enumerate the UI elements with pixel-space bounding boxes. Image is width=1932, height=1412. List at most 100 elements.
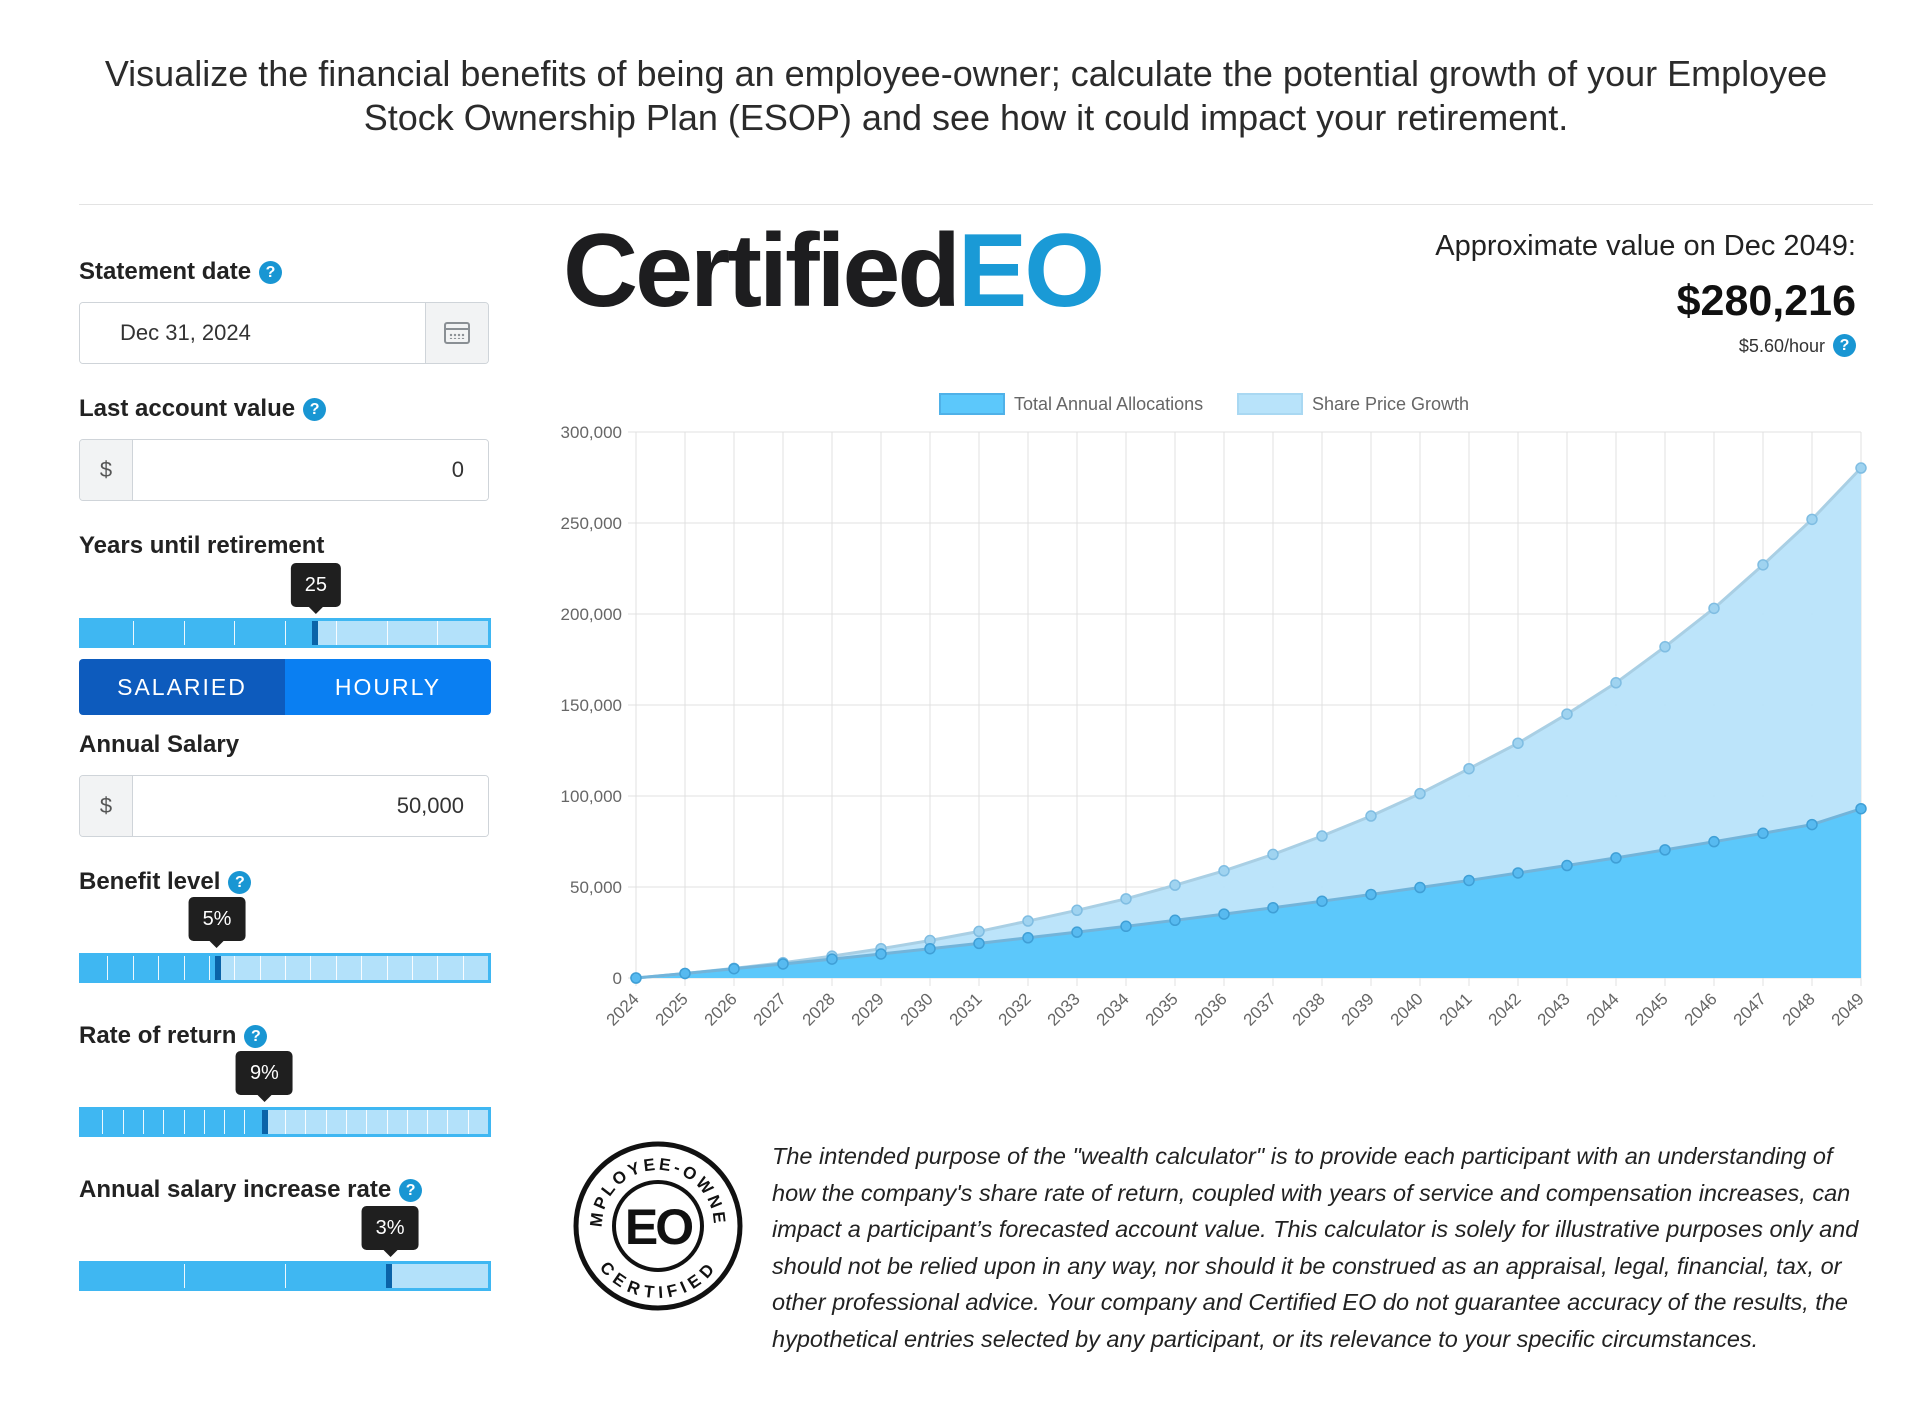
slider-tick <box>107 956 109 980</box>
slider-tick <box>208 956 210 980</box>
share-price-growth-point <box>973 925 985 938</box>
x-tick-label: 2032 <box>995 989 1035 1029</box>
total-annual-allocations-point <box>1267 901 1279 914</box>
total-annual-allocations-point <box>1071 926 1083 938</box>
slider-handle[interactable] <box>385 1264 392 1288</box>
total-annual-allocations-point <box>1365 888 1377 901</box>
total-annual-allocations-point <box>1610 852 1622 864</box>
slider-tick <box>437 621 439 645</box>
slider-tick <box>234 956 236 980</box>
slider-tick <box>437 956 439 980</box>
slider-tick <box>386 1110 388 1134</box>
help-icon[interactable]: ? <box>259 261 283 284</box>
divider <box>79 204 1873 205</box>
slider-tick <box>183 1110 185 1134</box>
total-annual-allocations-point <box>1708 835 1720 848</box>
slider-tick <box>335 621 337 645</box>
slider-fill <box>82 1264 389 1288</box>
y-tick-label: 150,000 <box>561 696 622 715</box>
hourly-button[interactable]: HOURLY <box>285 659 491 715</box>
total-annual-allocations-point <box>1463 874 1475 887</box>
x-tick-label: 2049 <box>1828 989 1868 1029</box>
salary-increase-slider-tooltip: 3% <box>361 1206 419 1257</box>
total-annual-allocations-point <box>826 953 838 965</box>
slider-handle[interactable] <box>215 956 221 980</box>
disclaimer-text: The intended purpose of the "wealth calc… <box>772 1143 1859 1352</box>
slider-handle[interactable] <box>312 621 319 645</box>
employee-owned-certified-seal: EMPLOYEE-OWNED CERTIFIED EO <box>572 1140 743 1311</box>
currency-prefix: $ <box>80 776 133 836</box>
slider-fill <box>82 956 218 980</box>
slider-tick <box>325 1110 327 1134</box>
years-until-retirement-slider[interactable] <box>79 618 491 648</box>
calendar-button[interactable] <box>425 303 488 363</box>
salary-increase-label: Annual salary increase rate? <box>79 1176 423 1204</box>
x-tick-label: 2029 <box>848 989 888 1029</box>
total-annual-allocations-point <box>1218 908 1230 920</box>
help-icon[interactable]: ? <box>399 1179 423 1202</box>
slider-tick <box>406 1110 408 1134</box>
total-annual-allocations-point <box>1512 867 1524 879</box>
last-account-value-field[interactable]: $ <box>79 439 489 501</box>
y-tick-label: 100,000 <box>561 787 622 806</box>
benefit-slider-tooltip: 5% <box>188 897 246 948</box>
return-slider-tooltip: 9% <box>235 1051 293 1102</box>
approximate-value-summary: Approximate value on Dec 2049: $280,216 … <box>1435 230 1856 357</box>
slider-tick <box>183 1264 185 1288</box>
slider-tick <box>467 1110 469 1134</box>
help-icon[interactable]: ? <box>244 1025 268 1048</box>
x-tick-label: 2026 <box>701 989 741 1029</box>
x-tick-label: 2039 <box>1338 989 1378 1029</box>
total-annual-allocations-point <box>1169 914 1181 927</box>
annual-salary-field[interactable]: $ <box>79 775 489 837</box>
share-price-growth-point <box>1071 904 1083 917</box>
total-annual-allocations-point <box>1561 859 1573 872</box>
legend-label: Total Annual Allocations <box>1014 394 1203 414</box>
share-price-growth-point <box>1218 865 1230 877</box>
slider-tick <box>386 956 388 980</box>
salaried-button[interactable]: SALARIED <box>79 659 285 715</box>
share-price-growth-point <box>1022 915 1034 927</box>
total-annual-allocations-point <box>1757 827 1769 840</box>
total-annual-allocations-point <box>1855 802 1867 815</box>
share-price-growth-point <box>1855 462 1867 474</box>
x-tick-label: 2030 <box>897 989 937 1029</box>
years-slider-tooltip: 25 <box>290 563 342 614</box>
slider-tick <box>203 1110 205 1134</box>
share-price-growth-point <box>1757 559 1769 571</box>
total-annual-allocations-point <box>679 967 691 980</box>
y-tick-label: 200,000 <box>561 605 622 624</box>
slider-tick <box>285 1264 286 1288</box>
slider-tick <box>132 956 134 980</box>
annual-salary-input[interactable] <box>133 776 488 836</box>
rate-of-return-slider[interactable] <box>79 1107 491 1137</box>
statement-date-field[interactable] <box>79 302 489 364</box>
help-icon[interactable]: ? <box>1833 334 1856 357</box>
last-account-value-input[interactable] <box>133 440 488 500</box>
slider-tick <box>285 621 286 645</box>
share-price-growth-point <box>1463 762 1475 775</box>
x-tick-label: 2042 <box>1485 989 1525 1029</box>
x-tick-label: 2033 <box>1044 989 1084 1029</box>
slider-tick <box>244 1110 246 1134</box>
total-annual-allocations-point <box>777 958 789 970</box>
slider-tick <box>285 1110 286 1134</box>
x-tick-label: 2043 <box>1534 989 1574 1029</box>
slider-fill <box>82 1110 265 1134</box>
x-tick-label: 2034 <box>1093 989 1133 1029</box>
slider-handle[interactable] <box>261 1110 268 1134</box>
statement-date-input[interactable] <box>80 303 425 363</box>
benefit-level-slider[interactable] <box>79 953 491 983</box>
help-icon[interactable]: ? <box>228 871 252 894</box>
total-annual-allocations-point <box>1120 920 1132 933</box>
approximate-value-label: Approximate value on Dec 2049: <box>1435 230 1856 262</box>
slider-tick <box>366 1110 368 1134</box>
slider-tick <box>163 1110 165 1134</box>
slider-fill <box>82 621 316 645</box>
help-icon[interactable]: ? <box>303 398 327 421</box>
share-price-growth-point <box>1316 830 1328 842</box>
slider-tick <box>427 1110 429 1134</box>
last-account-value-label: Last account value? <box>79 395 327 423</box>
share-price-growth-point <box>1120 893 1132 905</box>
salary-increase-slider[interactable] <box>79 1261 491 1291</box>
